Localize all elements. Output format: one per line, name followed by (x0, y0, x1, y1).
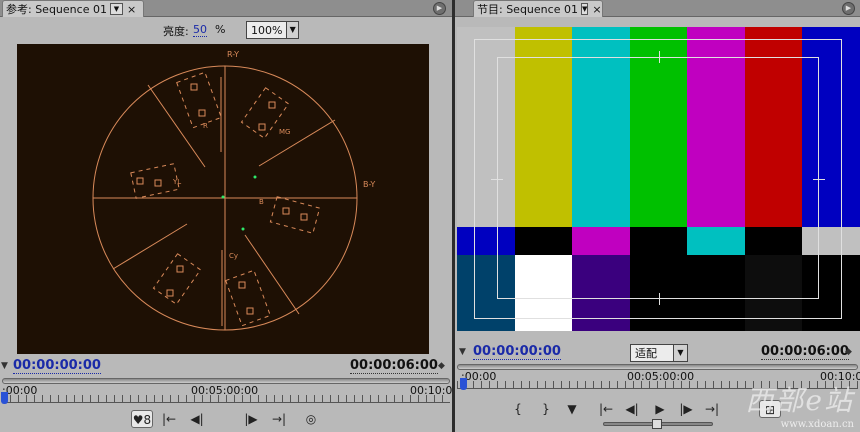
program-current-timecode[interactable]: 00:00:00:00 (473, 344, 561, 360)
watermark-brand: 西部e站 (745, 384, 854, 417)
step-back-button[interactable]: ◀| (186, 410, 208, 428)
watermark: 西部e站 www.xdoan.cn (745, 379, 854, 430)
label-b-y: B-Y (363, 180, 376, 189)
zoom-select[interactable]: 100% ▼ (246, 21, 299, 39)
playhead-handle[interactable] (460, 378, 467, 390)
vectorscope-sector-line (258, 119, 336, 167)
chevron-down-icon: ▼ (673, 345, 687, 361)
reference-monitor-panel: 参考: Sequence 01 ▼ × ▶ 亮度: 50 % 100% ▼ R-… (0, 0, 452, 432)
reference-duration-timecode: 00:00:06:00 (350, 358, 438, 374)
program-tab-bar: 节目: Sequence 01 ▼ × ▶ (455, 0, 860, 17)
reference-transport-bar: ♥8 |← ◀| |▶ →| ◎ (0, 406, 452, 432)
reference-current-timecode[interactable]: 00:00:00:00 (13, 358, 101, 374)
triangle-down-icon[interactable]: ▼ (1, 361, 8, 371)
mark-in-button[interactable]: { (507, 400, 529, 418)
output-icon: ◎ (305, 412, 317, 426)
close-icon[interactable]: × (590, 3, 603, 16)
go-to-in-icon: |← (161, 412, 177, 426)
fit-value: 适配 (635, 347, 657, 360)
chevron-down-icon[interactable]: ▼ (109, 3, 123, 15)
program-duration-timecode: 00:00:06:00 (761, 344, 849, 360)
triangle-down-icon[interactable]: ▼ (459, 347, 466, 357)
chevron-down-icon[interactable]: ▼ (580, 3, 589, 15)
expand-arrows-icon[interactable]: ◆ (845, 347, 852, 357)
reference-settings-row: 亮度: 50 % 100% ▼ (0, 17, 452, 43)
go-to-out-icon: →| (271, 412, 287, 426)
target-box-r (176, 71, 222, 129)
step-forward-button[interactable]: |▶ (240, 410, 262, 428)
brightness-value[interactable]: 50 (193, 23, 207, 37)
target-box-b (269, 196, 321, 234)
go-to-out-button[interactable]: →| (701, 400, 723, 418)
step-back-icon: ◀| (190, 412, 204, 426)
step-back-button[interactable]: ◀| (621, 400, 643, 418)
vectorscope-signal-dot (253, 175, 257, 179)
brightness-unit: % (215, 23, 226, 36)
label-r: R (203, 122, 208, 130)
go-to-in-button[interactable]: |← (595, 400, 617, 418)
fit-select[interactable]: 适配 ▼ (630, 344, 688, 362)
mark-in-icon: { (514, 402, 522, 416)
label-mg: MG (279, 128, 291, 136)
step-back-icon: ◀| (625, 402, 639, 416)
vectorscope-sector-line (112, 223, 188, 270)
mark-out-icon: } (542, 402, 550, 416)
brightness-label: 亮度: (163, 25, 189, 38)
safe-center-mark (491, 179, 503, 180)
zoom-value: 100% (251, 23, 283, 37)
label-cy: Cy (229, 252, 239, 260)
play-icon: ▶ (655, 402, 665, 416)
ruler-baseline (2, 402, 450, 403)
output-button[interactable]: ◎ (300, 410, 322, 428)
vectorscope-graphic (92, 65, 358, 331)
target-box-cy (225, 269, 271, 327)
step-forward-to-out-button[interactable]: →| (268, 410, 290, 428)
panel-menu-icon[interactable]: ▶ (842, 2, 855, 15)
shuttle-slider[interactable] (603, 419, 713, 429)
reference-tab-label: 参考: Sequence 01 (6, 3, 107, 16)
expand-arrows-icon[interactable]: ◆ (438, 361, 445, 371)
go-to-out-icon: →| (704, 402, 720, 416)
target-box-yl-opposite (152, 253, 202, 305)
step-forward-icon: |▶ (679, 402, 693, 416)
label-yl: YL (173, 178, 182, 186)
program-tab[interactable]: 节目: Sequence 01 ▼ × (473, 0, 603, 17)
playhead-handle[interactable] (1, 392, 8, 404)
program-video-screen (457, 27, 860, 331)
safe-center-mark (659, 293, 660, 305)
reference-tab-bar: 参考: Sequence 01 ▼ × ▶ (0, 0, 452, 17)
vectorscope-signal-dot (241, 227, 245, 231)
mark-out-button[interactable]: } (535, 400, 557, 418)
gang-icon: ♥8 (132, 413, 152, 427)
reference-tab[interactable]: 参考: Sequence 01 ▼ × (2, 0, 144, 17)
label-b: B (259, 198, 264, 206)
marker-icon: ▼ (567, 402, 577, 416)
watermark-url: www.xdoan.cn (780, 419, 854, 430)
vectorscope-screen: R-Y B-Y R MG YL B Cy (17, 44, 429, 354)
step-forward-button[interactable]: |▶ (675, 400, 697, 418)
title-safe-margin (497, 57, 819, 299)
step-forward-icon: |▶ (244, 412, 258, 426)
play-button[interactable]: ▶ (649, 400, 671, 418)
reference-time-ruler[interactable]: :00:00 00:05:00:00 00:10:0 (0, 378, 452, 408)
step-back-to-in-button[interactable]: |← (158, 410, 180, 428)
shuttle-handle[interactable] (652, 419, 662, 429)
vectorscope-sector-line (244, 234, 300, 315)
reference-timecode-row: ▼ 00:00:00:00 00:00:06:00 ◆ (0, 356, 452, 378)
close-icon[interactable]: × (125, 3, 138, 16)
go-to-in-icon: |← (598, 402, 614, 416)
set-marker-button[interactable]: ▼ (561, 400, 583, 418)
label-r-y: R-Y (227, 50, 240, 59)
panel-menu-icon[interactable]: ▶ (433, 2, 446, 15)
safe-center-mark (813, 179, 825, 180)
safe-center-mark (659, 51, 660, 63)
program-monitor-panel: 节目: Sequence 01 ▼ × ▶ ▼ 00:00:00:00 适配 ▼… (455, 0, 860, 432)
vectorscope-center-dot (221, 195, 225, 199)
gang-toggle-button[interactable]: ♥8 (131, 410, 153, 428)
program-tab-label: 节目: Sequence 01 (477, 3, 578, 16)
chevron-down-icon: ▼ (286, 22, 298, 38)
program-timecode-row: ▼ 00:00:00:00 适配 ▼ 00:00:06:00 ◆ (455, 342, 860, 364)
